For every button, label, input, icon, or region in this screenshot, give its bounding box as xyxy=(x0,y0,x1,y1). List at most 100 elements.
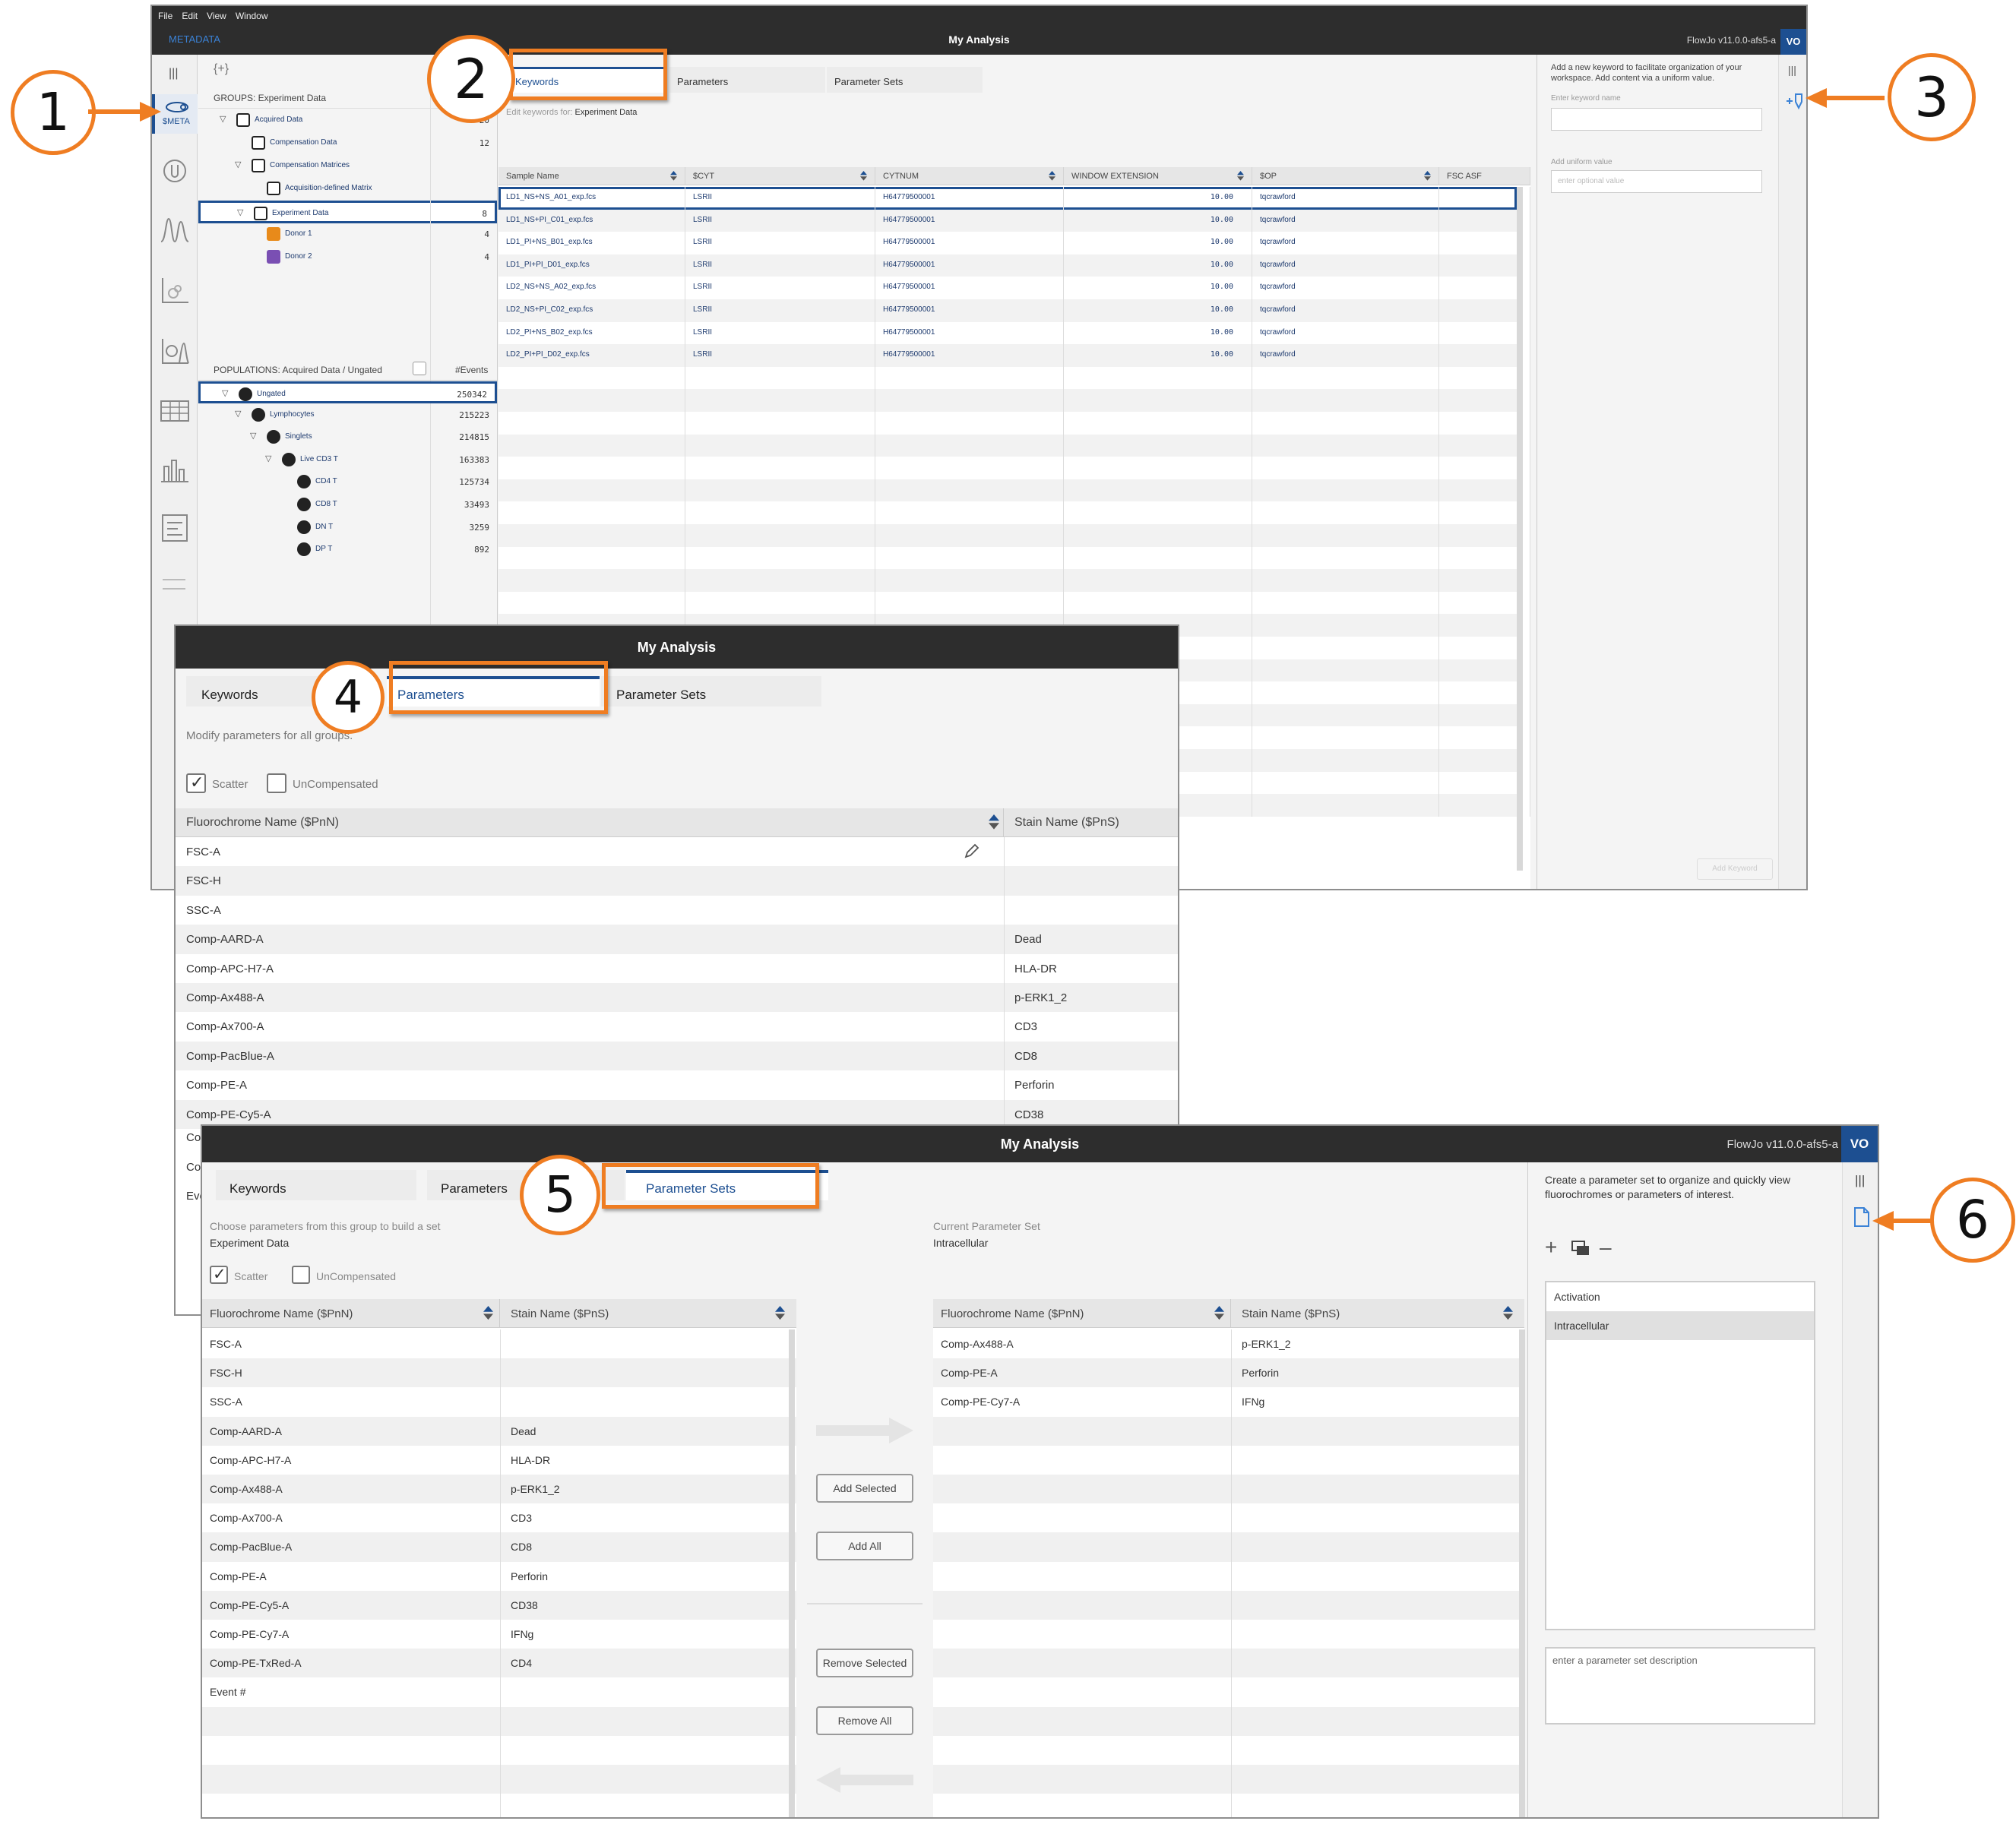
uncompensated-checkbox[interactable] xyxy=(267,773,286,793)
rail-collapse-icon[interactable]: ||| xyxy=(1788,64,1796,76)
edit-pencil-icon[interactable] xyxy=(963,842,981,860)
tube-icon[interactable] xyxy=(162,158,188,184)
column-header[interactable]: FSC ASF xyxy=(1439,167,1530,185)
parameter-row[interactable]: SSC-A xyxy=(176,895,1178,925)
bar-chart-icon[interactable] xyxy=(160,456,190,483)
parameter-row[interactable]: Comp-Ax488-A p-ERK1_2 xyxy=(176,983,1178,1013)
parameter-row[interactable]: FSC-A xyxy=(202,1329,796,1359)
avatar[interactable]: VO xyxy=(1841,1126,1878,1162)
parameter-row[interactable]: Comp-AARD-A Dead xyxy=(202,1416,796,1446)
column-header[interactable]: $CYT xyxy=(685,167,875,185)
uncompensated-checkbox[interactable] xyxy=(292,1266,310,1284)
tab-parameters[interactable]: Parameters xyxy=(669,67,825,93)
population-row[interactable]: DP T 892 xyxy=(198,539,497,561)
sort-icon[interactable] xyxy=(670,171,677,181)
duplicate-set-icon[interactable] xyxy=(1571,1240,1590,1257)
expand-icon[interactable]: ▽ xyxy=(237,207,243,217)
sort-icon[interactable] xyxy=(1503,1306,1513,1320)
sample-row[interactable]: LD1_NS+NS_A01_exp.fcs LSRII H64779500001 10… xyxy=(498,187,1530,210)
column-header[interactable]: Fluorochrome Name ($PnN) xyxy=(933,1299,1231,1328)
remove-all-button[interactable]: Remove All xyxy=(816,1706,913,1735)
group-row[interactable]: Compensation Data 12 xyxy=(198,132,497,155)
parameter-row[interactable]: Comp-Ax700-A CD3 xyxy=(176,1012,1178,1042)
parameter-row[interactable]: Comp-PacBlue-A CD8 xyxy=(202,1532,796,1562)
list-icon[interactable] xyxy=(163,579,185,590)
expand-icon[interactable]: ▽ xyxy=(220,114,226,124)
scatter-checkbox[interactable]: ✓ xyxy=(210,1266,228,1284)
expand-icon[interactable]: ▽ xyxy=(265,454,271,463)
uniform-value-input[interactable]: enter optional value xyxy=(1551,170,1762,193)
scatter-checkbox[interactable]: ✓ xyxy=(186,773,206,793)
sort-icon[interactable] xyxy=(860,171,867,181)
sort-icon[interactable] xyxy=(1049,171,1055,181)
population-row[interactable]: CD4 T 125734 xyxy=(198,471,497,493)
population-row[interactable]: ▽ Lymphocytes 215223 xyxy=(198,404,497,426)
parameter-row[interactable]: SSC-A xyxy=(202,1387,796,1417)
add-keyword-button[interactable]: Add Keyword xyxy=(1697,858,1773,880)
add-set-icon[interactable]: + xyxy=(1545,1237,1557,1258)
sample-row[interactable]: LD1_PI+PI_D01_exp.fcs LSRII H64779500001 10… xyxy=(498,254,1530,277)
population-row[interactable]: CD8 T 33493 xyxy=(198,494,497,516)
remove-selected-button[interactable]: Remove Selected xyxy=(816,1649,913,1677)
add-keyword-icon[interactable] xyxy=(1785,91,1805,111)
sort-icon[interactable] xyxy=(1237,171,1244,181)
tab-parameter-sets[interactable]: Parameter Sets xyxy=(827,67,983,93)
sort-icon[interactable] xyxy=(483,1306,493,1320)
populations-checkbox[interactable] xyxy=(413,362,426,375)
group-row[interactable]: Donor 2 4 xyxy=(198,246,497,269)
report-icon[interactable] xyxy=(161,514,188,542)
column-header[interactable]: $OP xyxy=(1252,167,1439,185)
avatar[interactable]: VO xyxy=(1780,29,1806,55)
column-header[interactable]: Sample Name xyxy=(498,167,685,185)
group-row[interactable]: Donor 1 4 xyxy=(198,223,497,246)
expand-icon[interactable]: ▽ xyxy=(250,431,256,441)
table-scrollbar[interactable] xyxy=(789,1329,795,1817)
set-description-input[interactable]: enter a parameter set description xyxy=(1545,1647,1815,1725)
table-scrollbar[interactable] xyxy=(1517,187,1523,871)
parameter-row[interactable]: Comp-PE-Cy7-A IFNg xyxy=(202,1620,796,1649)
analysis-icon[interactable] xyxy=(160,337,190,365)
menu-item-edit[interactable]: Edit xyxy=(182,11,198,21)
parameter-row[interactable]: Comp-AARD-A Dead xyxy=(176,925,1178,954)
sample-row[interactable]: LD1_PI+NS_B01_exp.fcs LSRII H64779500001 10… xyxy=(498,232,1530,254)
dotplot-icon[interactable] xyxy=(160,277,190,304)
parameter-row[interactable]: Comp-PE-Cy7-A IFNg xyxy=(933,1387,1524,1417)
parameter-row[interactable]: Comp-Ax700-A CD3 xyxy=(202,1503,796,1533)
remove-set-icon[interactable]: – xyxy=(1600,1237,1612,1258)
sort-icon[interactable] xyxy=(1214,1306,1224,1320)
keyword-name-input[interactable] xyxy=(1551,108,1762,131)
parameter-row[interactable]: Event # xyxy=(202,1677,796,1707)
column-header[interactable]: Fluorochrome Name ($PnN) xyxy=(176,808,1004,837)
histogram-icon[interactable] xyxy=(160,216,190,243)
population-row[interactable]: ▽ Live CD3 T 163383 xyxy=(198,449,497,471)
expand-icon[interactable]: ▽ xyxy=(235,160,241,169)
parameter-row[interactable]: Comp-PE-A Perforin xyxy=(202,1561,796,1591)
table-scrollbar[interactable] xyxy=(1519,1329,1525,1817)
rail-collapse-icon[interactable]: ||| xyxy=(1855,1173,1865,1188)
population-row[interactable]: DN T 3259 xyxy=(198,517,497,539)
parameter-row[interactable]: Comp-PE-A Perforin xyxy=(933,1358,1524,1388)
column-header[interactable]: Stain Name ($PnS) xyxy=(1231,1299,1524,1328)
tab-keywords[interactable]: Keywords xyxy=(216,1170,416,1200)
parameter-set-item[interactable]: Activation xyxy=(1546,1282,1814,1311)
parameter-row[interactable]: FSC-H xyxy=(202,1358,796,1388)
menu-item-view[interactable]: View xyxy=(207,11,226,21)
parameter-set-icon[interactable] xyxy=(1853,1206,1870,1228)
sort-icon[interactable] xyxy=(775,1306,785,1320)
column-header[interactable]: CYTNUM xyxy=(875,167,1064,185)
tab-parameter-sets[interactable]: Parameter Sets xyxy=(601,676,821,707)
parameter-row[interactable]: Comp-Ax488-A p-ERK1_2 xyxy=(202,1475,796,1504)
menu-item-window[interactable]: Window xyxy=(236,11,268,21)
sample-row[interactable]: LD2_NS+NS_A02_exp.fcs LSRII H64779500001 10… xyxy=(498,277,1530,299)
parameter-row[interactable]: FSC-A xyxy=(176,837,1178,867)
population-row[interactable]: ▽ Singlets 214815 xyxy=(198,426,497,448)
sample-row[interactable]: LD2_PI+PI_D02_exp.fcs LSRII H64779500001 10… xyxy=(498,344,1530,367)
column-header[interactable]: Stain Name ($PnS) xyxy=(1004,808,1178,837)
population-row[interactable]: ▽ Ungated 250342 xyxy=(198,381,497,403)
table-icon[interactable] xyxy=(160,400,190,422)
parameter-row[interactable]: Comp-PE-A Perforin xyxy=(176,1070,1178,1100)
add-all-button[interactable]: Add All xyxy=(816,1532,913,1560)
column-header[interactable]: WINDOW EXTENSION xyxy=(1064,167,1252,185)
column-header[interactable]: Fluorochrome Name ($PnN) xyxy=(202,1299,500,1328)
parameter-row[interactable]: Comp-PE-Cy5-A CD38 xyxy=(202,1590,796,1620)
